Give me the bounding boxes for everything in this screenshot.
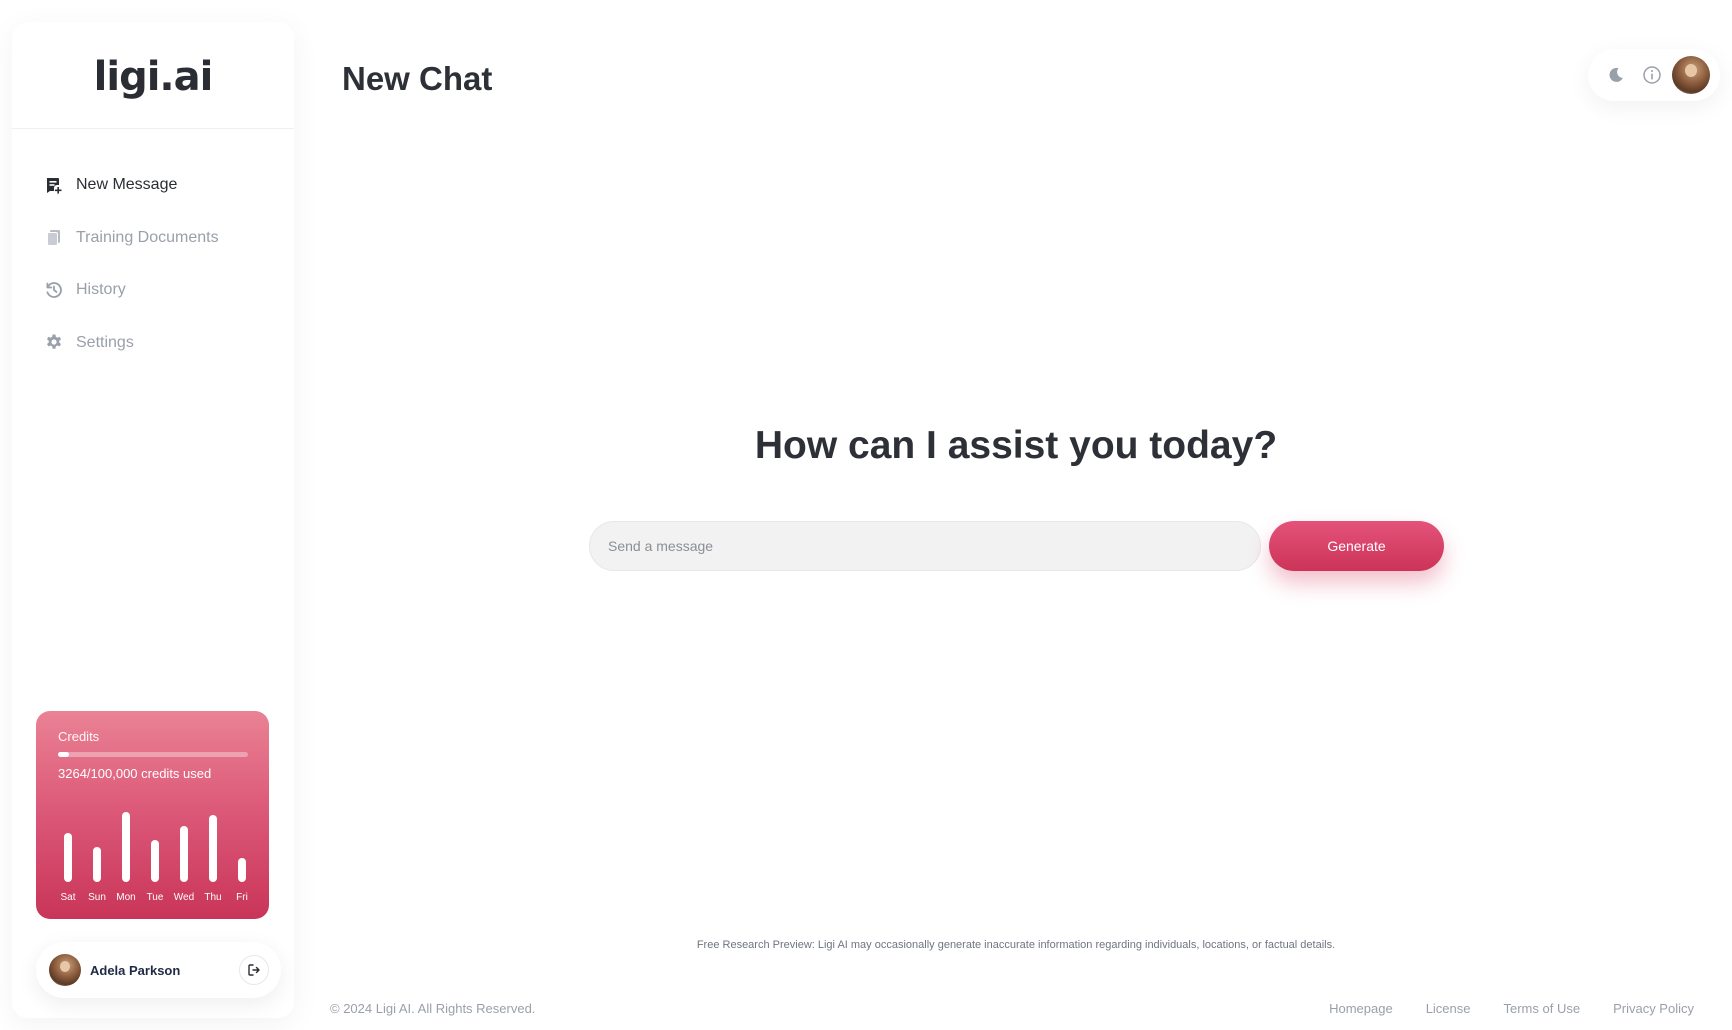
sidebar-item-history[interactable]: History <box>12 264 294 317</box>
usage-bar-label: Sat <box>60 892 76 903</box>
usage-bar <box>238 858 246 882</box>
message-input[interactable] <box>589 521 1261 571</box>
sidebar-item-label: Settings <box>76 333 134 351</box>
avatar[interactable] <box>1672 56 1710 94</box>
sidebar-item-training-documents[interactable]: Training Documents <box>12 212 294 265</box>
credits-title: Credits <box>58 729 100 744</box>
logout-icon <box>248 964 260 976</box>
usage-bar-label: Fri <box>236 892 248 903</box>
user-card: Adela Parkson <box>36 942 281 998</box>
sidebar: ligi.ai New Message Training Documents H… <box>12 22 294 1018</box>
usage-bar-mon: Mon <box>112 803 140 903</box>
usage-bar <box>180 826 188 882</box>
footer-links: Homepage License Terms of Use Privacy Po… <box>1329 1001 1694 1016</box>
sidebar-item-settings[interactable]: Settings <box>12 317 294 370</box>
usage-bar <box>122 812 130 882</box>
documents-icon <box>44 228 64 248</box>
info-button[interactable] <box>1634 57 1670 93</box>
app-logo[interactable]: ligi.ai <box>12 22 294 129</box>
sidebar-item-label: Training Documents <box>76 228 219 246</box>
usage-bar-fri: Fri <box>228 803 256 903</box>
usage-bar-label: Mon <box>116 892 136 903</box>
moon-icon <box>1609 67 1623 82</box>
copyright-text: © 2024 Ligi AI. All Rights Reserved. <box>330 1001 536 1016</box>
credits-card: Credits 3264/100,000 credits used Sat Sun… <box>36 711 269 919</box>
usage-bar <box>93 847 101 882</box>
credits-used-text: 3264/100,000 credits used <box>58 766 212 781</box>
footer-link-privacy[interactable]: Privacy Policy <box>1613 1001 1694 1016</box>
usage-bar-label: Thu <box>204 892 222 903</box>
history-icon <box>44 280 64 300</box>
info-icon <box>1643 66 1661 84</box>
credits-progress-bar <box>58 752 248 757</box>
sidebar-nav: New Message Training Documents History S… <box>12 129 294 369</box>
usage-bar-sun: Sun <box>83 803 111 903</box>
footer-link-terms[interactable]: Terms of Use <box>1504 1001 1581 1016</box>
disclaimer-text: Free Research Preview: Ligi AI may occas… <box>696 939 1336 951</box>
usage-bar-label: Wed <box>173 892 195 903</box>
logout-button[interactable] <box>239 955 269 985</box>
sidebar-item-label: History <box>76 281 126 299</box>
usage-bar-tue: Tue <box>141 803 169 903</box>
welcome-headline: How can I assist you today? <box>754 424 1278 467</box>
usage-bar-label: Sun <box>88 892 106 903</box>
usage-bar-thu: Thu <box>199 803 227 903</box>
usage-bar-sat: Sat <box>54 803 82 903</box>
sidebar-item-label: New Message <box>76 176 178 194</box>
usage-bar <box>209 815 217 882</box>
credits-usage-chart: Sat Sun Mon Tue Wed Thu Fri <box>54 803 250 903</box>
footer-link-homepage[interactable]: Homepage <box>1329 1001 1393 1016</box>
credits-progress-fill <box>58 752 70 757</box>
theme-toggle-button[interactable] <box>1598 57 1634 93</box>
avatar[interactable] <box>49 954 81 986</box>
sidebar-item-new-message[interactable]: New Message <box>12 159 294 212</box>
user-name: Adela Parkson <box>90 962 181 978</box>
gear-icon <box>44 333 64 353</box>
generate-button[interactable]: Generate <box>1269 521 1444 571</box>
footer-link-license[interactable]: License <box>1426 1001 1471 1016</box>
usage-bar-wed: Wed <box>170 803 198 903</box>
page-title: New Chat <box>342 60 493 97</box>
usage-bar-label: Tue <box>146 892 164 903</box>
new-message-icon <box>44 175 64 195</box>
usage-bar <box>151 840 159 882</box>
usage-bar <box>64 833 72 882</box>
topbar-actions <box>1588 49 1720 101</box>
